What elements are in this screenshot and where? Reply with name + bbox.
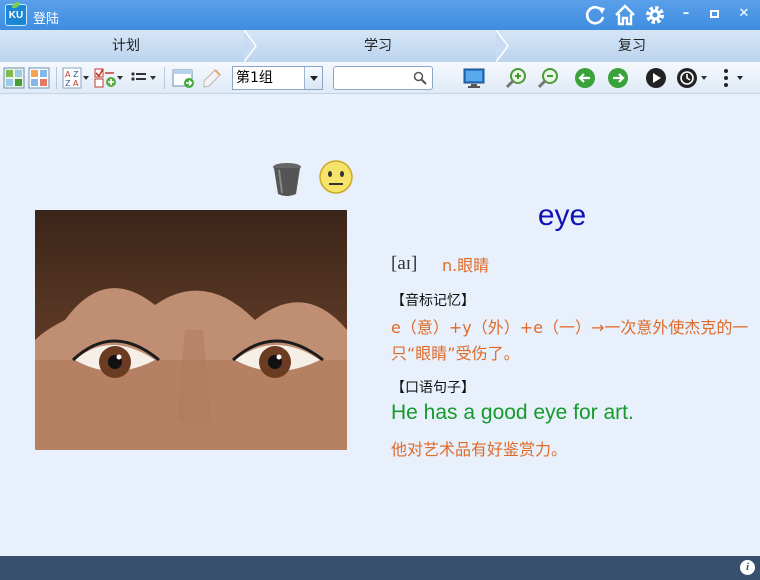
- step-tabs: 计划 学习 复习: [0, 30, 760, 62]
- status-bar: i: [0, 556, 760, 580]
- title-bar: KU 登陆 – ✕: [0, 0, 760, 30]
- maximize-icon: [709, 10, 719, 18]
- settings-gear-icon[interactable]: [643, 3, 667, 27]
- more-icon[interactable]: [718, 67, 748, 89]
- toolbar-separator: [56, 67, 57, 89]
- zoom-in-icon[interactable]: [504, 67, 530, 89]
- close-button[interactable]: ✕: [733, 4, 755, 24]
- mnemonic-text: e（意）+y（外）+e（一）→一次意外使杰克的一只“眼睛”受伤了。: [391, 318, 749, 363]
- refresh-icon[interactable]: [583, 3, 607, 27]
- zoom-out-icon[interactable]: [536, 67, 562, 89]
- svg-text:Z: Z: [73, 70, 79, 79]
- maximize-button[interactable]: [703, 4, 725, 24]
- search-box[interactable]: [333, 66, 433, 90]
- edit-icon[interactable]: [200, 67, 222, 89]
- close-icon: ✕: [738, 6, 750, 21]
- word-card: eye [aɪ] n.眼睛 【音标记忆】 e（意）+y（外）+e（一）→一次意外…: [0, 95, 760, 556]
- play-icon[interactable]: [645, 67, 667, 89]
- dropdown-arrow[interactable]: [304, 67, 322, 89]
- sentence-label: 【口语句子】: [391, 380, 475, 396]
- step-chevron: [496, 30, 509, 62]
- example-sentence-cn: 他对艺术品有好鉴赏力。: [391, 440, 568, 459]
- step-chevron: [244, 30, 257, 62]
- search-icon[interactable]: [413, 71, 427, 85]
- minimize-icon: –: [682, 6, 690, 21]
- search-input[interactable]: [336, 68, 412, 88]
- smiley-icon[interactable]: [318, 159, 354, 195]
- word-title: eye: [537, 199, 587, 232]
- word-image: [35, 210, 347, 450]
- check-list-icon[interactable]: [94, 67, 124, 89]
- toolbar-separator: [164, 67, 165, 89]
- tab-learn[interactable]: 学习: [252, 30, 504, 62]
- home-icon[interactable]: [613, 3, 637, 27]
- add-word-icon[interactable]: [3, 67, 25, 89]
- toolbar: A Z Z A 第1组: [0, 62, 760, 94]
- minimize-button[interactable]: –: [675, 4, 697, 24]
- example-sentence-en: He has a good eye for art.: [391, 401, 634, 424]
- phonetic: [aɪ]: [391, 253, 418, 274]
- tab-plan[interactable]: 计划: [0, 30, 252, 62]
- definition: n.眼睛: [442, 256, 490, 275]
- tab-review[interactable]: 复习: [504, 30, 760, 62]
- svg-text:A: A: [65, 70, 71, 79]
- group-select-value: 第1组: [236, 70, 273, 86]
- svg-text:A: A: [73, 79, 79, 88]
- display-icon[interactable]: [462, 67, 486, 89]
- import-icon[interactable]: [172, 67, 196, 89]
- mnemonic-label: 【音标记忆】: [391, 293, 475, 309]
- group-select[interactable]: 第1组: [232, 66, 323, 90]
- chevron-down-icon: [310, 76, 318, 81]
- svg-text:Z: Z: [65, 79, 71, 88]
- grid-view-icon[interactable]: [28, 67, 50, 89]
- timer-icon[interactable]: [676, 67, 708, 89]
- window-title: 登陆: [33, 12, 60, 27]
- next-icon[interactable]: [607, 67, 629, 89]
- app-logo: KU: [5, 2, 27, 26]
- info-icon[interactable]: i: [740, 560, 755, 575]
- trash-bin-icon[interactable]: [271, 161, 303, 197]
- list-options-icon[interactable]: [130, 67, 158, 89]
- previous-icon[interactable]: [574, 67, 596, 89]
- sort-az-icon[interactable]: A Z Z A: [62, 67, 90, 89]
